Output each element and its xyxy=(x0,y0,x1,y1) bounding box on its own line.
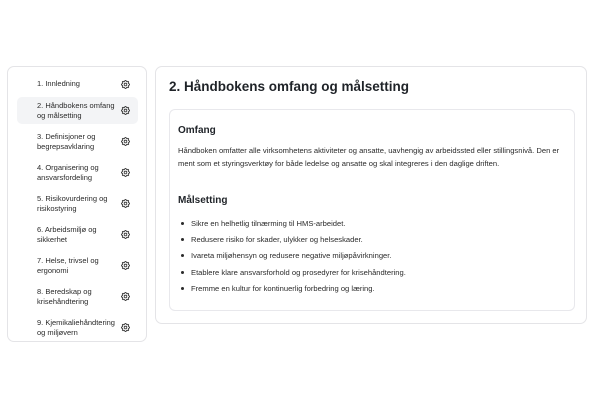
sidebar-item-definisjoner[interactable]: 3. Definisjoner og begrepsavklaring xyxy=(17,128,138,155)
bullet-dot xyxy=(181,286,184,290)
content-card: Omfang Håndboken omfatter alle virksomhe… xyxy=(169,109,575,311)
gear-icon[interactable] xyxy=(120,323,130,333)
sidebar-item-label: 6. Arbeidsmiljø og sikkerhet xyxy=(37,225,97,244)
bullet-dot xyxy=(181,237,184,241)
list-item: Fremme en kultur for kontinuerlig forbed… xyxy=(181,280,406,296)
sidebar-item-label: 9. Kjemikaliehåndtering og miljøvern xyxy=(37,318,115,337)
gear-icon[interactable] xyxy=(120,168,130,178)
list-item-text: Ivareta miljøhensyn og redusere negative… xyxy=(191,251,392,261)
gear-icon[interactable] xyxy=(120,106,130,116)
sidebar-item-label: 3. Definisjoner og begrepsavklaring xyxy=(37,132,96,151)
sidebar-item-beredskap[interactable]: 8. Beredskap og krisehåndtering xyxy=(17,283,138,310)
sidebar-item-omfang[interactable]: 2. Håndbokens omfang og målsetting xyxy=(17,97,138,124)
sidebar-item-kjemikalie[interactable]: 9. Kjemikaliehåndtering og miljøvern xyxy=(17,314,138,341)
sidebar-item-label: 1. Innledning xyxy=(37,79,80,89)
sidebar-item-label: 5. Risikovurdering og risikostyring xyxy=(37,194,108,213)
list-item: Sikre en helhetlig tilnærming til HMS-ar… xyxy=(181,215,406,231)
list-item: Etablere klare ansvarsforhold og prosedy… xyxy=(181,264,406,280)
gear-icon[interactable] xyxy=(120,137,130,147)
bullet-dot xyxy=(181,221,184,225)
list-item: Redusere risiko for skader, ulykker og h… xyxy=(181,231,406,247)
sidebar-item-label: 8. Beredskap og krisehåndtering xyxy=(37,287,92,306)
gear-icon[interactable] xyxy=(120,230,130,240)
sidebar-item-label: 2. Håndbokens omfang og målsetting xyxy=(37,101,115,120)
list-item-text: Redusere risiko for skader, ulykker og h… xyxy=(191,234,363,244)
main-panel: 2. Håndbokens omfang og målsetting Omfan… xyxy=(155,66,587,324)
sidebar-item-helse[interactable]: 7. Helse, trivsel og ergonomi xyxy=(17,252,138,279)
goals-heading: Målsetting xyxy=(178,195,228,206)
sidebar-item-label: 7. Helse, trivsel og ergonomi xyxy=(37,256,99,275)
gear-icon[interactable] xyxy=(120,261,130,271)
bullet-dot xyxy=(181,254,184,258)
list-item-text: Sikre en helhetlig tilnærming til HMS-ar… xyxy=(191,218,346,228)
gear-icon[interactable] xyxy=(120,79,130,89)
list-item: Ivareta miljøhensyn og redusere negative… xyxy=(181,248,406,264)
list-item-text: Fremme en kultur for kontinuerlig forbed… xyxy=(191,283,375,293)
sidebar-item-innledning[interactable]: 1. Innledning xyxy=(17,75,138,93)
goals-list: Sikre en helhetlig tilnærming til HMS-ar… xyxy=(181,215,406,296)
list-item-text: Etablere klare ansvarsforhold og prosedy… xyxy=(191,267,406,277)
sidebar: 1. Innledning 2. Håndbokens omfang og må… xyxy=(7,66,147,342)
sidebar-item-arbeidsmiljo[interactable]: 6. Arbeidsmiljø og sikkerhet xyxy=(17,221,138,248)
sidebar-item-label: 4. Organisering og ansvarsfordeling xyxy=(37,163,99,182)
sidebar-item-organisering[interactable]: 4. Organisering og ansvarsfordeling xyxy=(17,159,138,186)
scope-text: Håndboken omfatter alle virksomhetens ak… xyxy=(178,146,560,168)
bullet-dot xyxy=(181,270,184,274)
page-title: 2. Håndbokens omfang og målsetting xyxy=(169,79,410,94)
scope-heading: Omfang xyxy=(178,125,216,136)
sidebar-item-risikovurdering[interactable]: 5. Risikovurdering og risikostyring xyxy=(17,190,138,217)
gear-icon[interactable] xyxy=(120,292,130,302)
gear-icon[interactable] xyxy=(120,199,130,209)
